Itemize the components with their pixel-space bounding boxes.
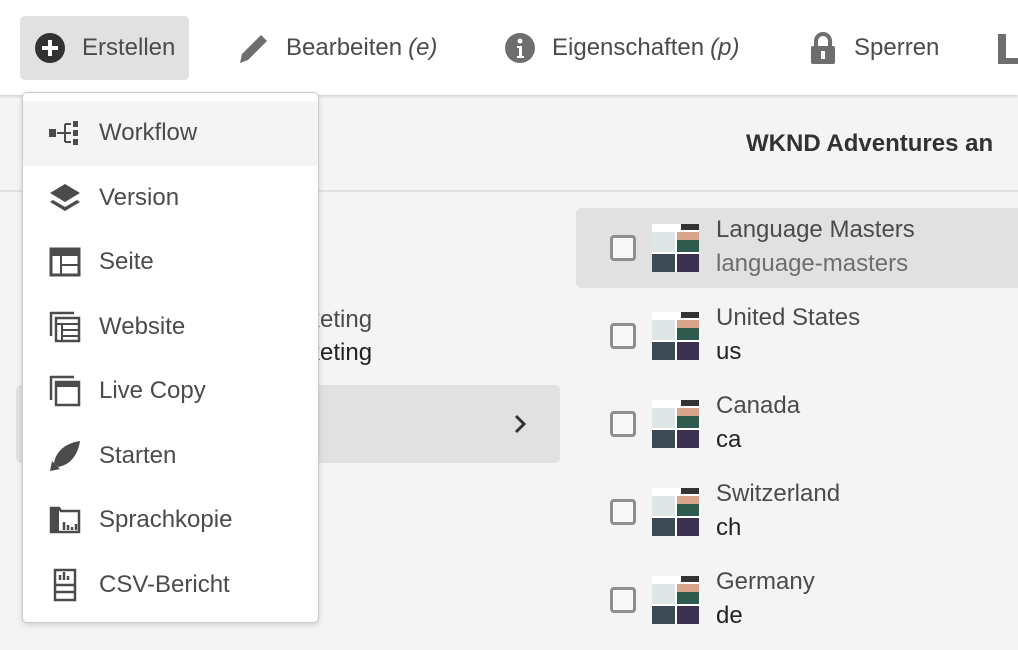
page-icon (47, 244, 83, 280)
lock-button[interactable]: Sperren (794, 16, 953, 80)
list-item[interactable]: Language Masters language-masters (576, 208, 1018, 288)
list-item[interactable]: United States us (576, 296, 1018, 376)
menu-item-live-copy[interactable]: Live Copy (23, 359, 318, 424)
checkbox[interactable] (610, 587, 636, 613)
create-button[interactable]: Erstellen (20, 16, 190, 80)
edit-shortcut: (e) (408, 34, 438, 61)
workflow-icon (47, 115, 83, 151)
thumbnail (652, 224, 699, 272)
launch-icon (47, 438, 83, 474)
menu-item-label: Seite (99, 248, 154, 276)
properties-label: Eigenschaften (552, 34, 705, 61)
menu-item-website[interactable]: Website (23, 295, 318, 360)
chevron-right-icon[interactable] (512, 412, 528, 436)
properties-button[interactable]: Eigenschaften (p) (490, 16, 753, 80)
toolbar: Erstellen Bearbeiten (e) Eigenschaften (p)… (0, 0, 1018, 95)
thumbnail (652, 400, 699, 448)
menu-item-csv-bericht[interactable]: CSV-Bericht (23, 553, 318, 618)
menu-item-workflow[interactable]: Workflow (23, 101, 318, 166)
csv-report-icon (47, 567, 83, 603)
lock-label: Sperren (854, 34, 940, 61)
layers-icon (47, 180, 83, 216)
item-title: Canada (716, 392, 801, 419)
menu-item-label: Starten (99, 441, 177, 469)
menu-item-sprachkopie[interactable]: Sprachkopie (23, 488, 318, 553)
lock-icon (811, 32, 835, 64)
item-name: language-masters (716, 250, 909, 277)
list-item[interactable]: Switzerland ch (576, 472, 1018, 552)
more-action-icon[interactable] (998, 34, 1018, 64)
item-title: Germany (716, 568, 815, 595)
plus-circle-icon (35, 33, 65, 63)
website-icon (47, 309, 83, 345)
menu-item-label: Live Copy (99, 377, 206, 405)
checkbox[interactable] (610, 499, 636, 525)
edit-button[interactable]: Bearbeiten (e) (222, 16, 451, 80)
item-name: ch (716, 514, 742, 541)
menu-item-label: Version (99, 183, 180, 211)
list-item[interactable]: Germany de (576, 560, 1018, 640)
menu-item-starten[interactable]: Starten (23, 424, 318, 489)
item-title: Switzerland (716, 480, 841, 507)
pencil-icon (240, 35, 267, 63)
menu-item-label: Website (99, 312, 186, 340)
language-copy-icon (47, 502, 83, 538)
menu-item-seite[interactable]: Seite (23, 230, 318, 295)
menu-item-version[interactable]: Version (23, 166, 318, 231)
edit-label: Bearbeiten (286, 34, 403, 61)
checkbox[interactable] (610, 411, 636, 437)
thumbnail (652, 576, 699, 624)
page-title: WKND Adventures an (746, 130, 994, 157)
menu-item-label: Workflow (99, 119, 198, 147)
live-copy-icon (47, 373, 83, 409)
create-menu: Workflow Version Seite Website Live Copy Star… (22, 92, 319, 623)
item-title: United States (716, 304, 861, 331)
checkbox[interactable] (610, 323, 636, 349)
menu-item-label: CSV-Bericht (99, 570, 230, 598)
checkbox[interactable] (610, 235, 636, 261)
thumbnail (652, 488, 699, 536)
item-name: ca (716, 426, 742, 453)
menu-item-label: Sprachkopie (99, 506, 233, 534)
item-name: us (716, 338, 742, 365)
info-icon (505, 33, 535, 63)
thumbnail (652, 312, 699, 360)
list-item[interactable]: Canada ca (576, 384, 1018, 464)
properties-shortcut: (p) (710, 34, 740, 61)
create-label: Erstellen (82, 34, 176, 61)
item-name: de (716, 602, 743, 629)
item-title: Language Masters (716, 216, 915, 243)
